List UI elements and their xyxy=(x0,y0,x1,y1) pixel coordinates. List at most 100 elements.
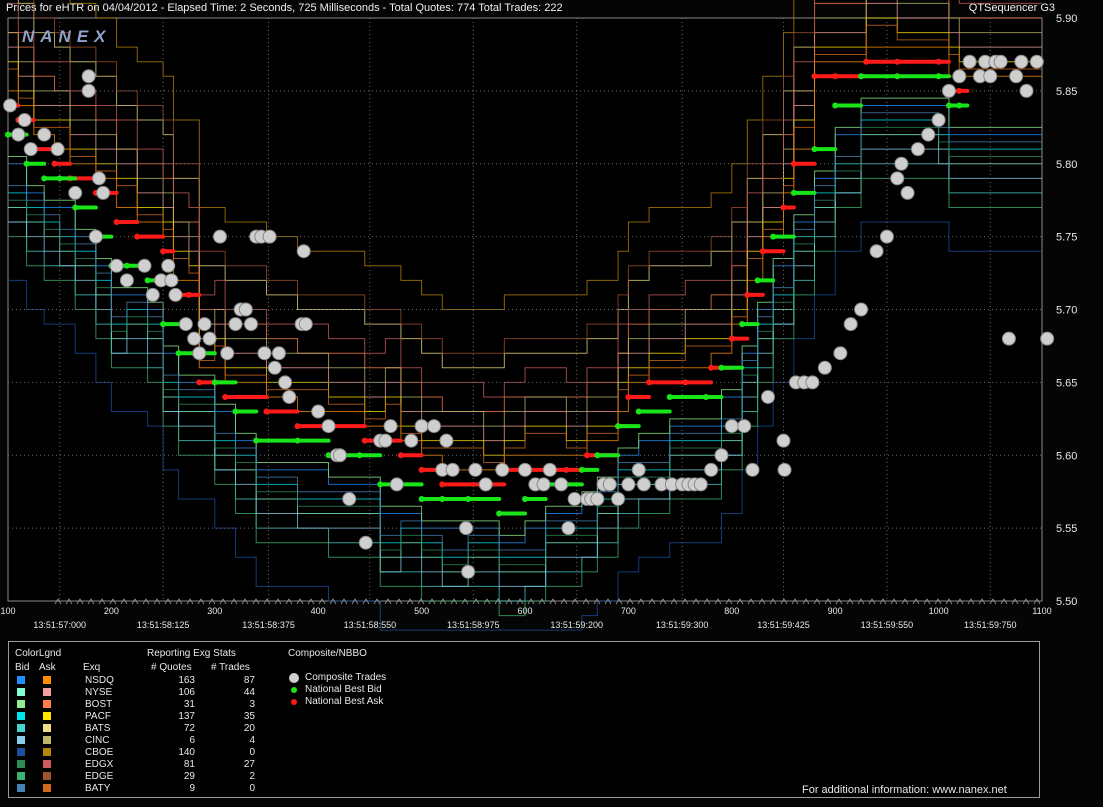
trade-point xyxy=(952,69,967,84)
trade-point xyxy=(389,477,404,492)
nbbo-bid-point xyxy=(666,393,673,400)
y-tick-label: 5.70 xyxy=(1056,305,1077,317)
trade-point xyxy=(777,462,792,477)
trade-point xyxy=(745,462,760,477)
x-tick-label: 1000 xyxy=(929,606,949,616)
nbbo-ask-point xyxy=(439,481,446,488)
exchange-name: BATS xyxy=(85,723,111,734)
nbbo-ask-point xyxy=(682,379,689,386)
trade-point xyxy=(611,491,626,506)
x-tick-label: 600 xyxy=(517,606,532,616)
trade-point xyxy=(554,477,569,492)
y-tick-label: 5.75 xyxy=(1056,232,1077,244)
nbbo-ask-point xyxy=(361,437,368,444)
trade-point xyxy=(220,346,235,361)
x-time-label: 13:51:59:300 xyxy=(656,620,709,630)
trade-point xyxy=(854,302,869,317)
trade-point xyxy=(921,127,936,142)
y-tick-label: 5.90 xyxy=(1056,13,1077,25)
nbbo-bid-point xyxy=(894,73,901,80)
exchange-header: Exq xyxy=(83,662,101,673)
trade-point xyxy=(358,535,373,550)
nbbo-bid-point xyxy=(739,321,746,328)
trade-point xyxy=(50,142,65,157)
trade-point xyxy=(414,419,429,434)
nbbo-ask-point xyxy=(708,364,715,371)
nbbo-ask-point xyxy=(160,248,167,255)
x-tick-label: 500 xyxy=(414,606,429,616)
nbbo-bid-point xyxy=(356,452,363,459)
composite-header: Composite/NBBO xyxy=(288,648,367,659)
bid-swatch-bats xyxy=(17,724,25,732)
nbbo-ask-point xyxy=(397,452,404,459)
exchange-trades: 44 xyxy=(243,687,255,698)
ask-swatch-edge xyxy=(43,772,51,780)
exchange-quotes: 140 xyxy=(178,747,195,758)
x-time-label: 13:51:59:200 xyxy=(550,620,603,630)
nbbo-ask-point xyxy=(625,393,632,400)
trade-point xyxy=(271,346,286,361)
trade-point xyxy=(518,462,532,477)
x-time-label: 13:51:58:550 xyxy=(344,620,397,630)
footer-info: For additional information: www.nanex.ne… xyxy=(802,784,1007,796)
nbbo-ask-point xyxy=(584,452,591,459)
x-tick-label: 1100 xyxy=(1032,606,1051,616)
trades-header: # Trades xyxy=(211,662,250,673)
trade-point xyxy=(693,477,708,492)
trade-point xyxy=(704,462,719,477)
y-tick-label: 5.50 xyxy=(1056,596,1077,608)
nbbo-ask-point xyxy=(113,219,120,226)
trade-point xyxy=(602,477,617,492)
nbbo-ask-point xyxy=(51,160,58,167)
trade-point xyxy=(1019,83,1034,98)
trade-point xyxy=(536,477,551,492)
x-tick-label: 100 xyxy=(0,606,15,616)
trade-point xyxy=(109,258,124,273)
nbbo-bid-point xyxy=(23,160,30,167)
bid-swatch-baty xyxy=(17,784,25,792)
exchange-trades: 0 xyxy=(249,747,255,758)
trade-point xyxy=(817,360,832,375)
trade-point xyxy=(1040,331,1055,346)
trade-point xyxy=(468,462,483,477)
nbbo-bid-point xyxy=(522,495,528,502)
trade-point xyxy=(278,375,293,390)
y-tick-label: 5.80 xyxy=(1056,159,1077,171)
x-tick-label: 300 xyxy=(207,606,222,616)
trade-point xyxy=(561,521,576,536)
exchange-name: CINC xyxy=(85,735,110,746)
trade-point xyxy=(636,477,651,492)
trade-point xyxy=(311,404,326,419)
exchange-quotes: 6 xyxy=(189,735,195,746)
exchange-trades: 87 xyxy=(243,675,255,686)
nbbo-bid-point xyxy=(615,423,622,430)
exchange-trades: 20 xyxy=(243,723,255,734)
bid-swatch-nyse xyxy=(17,688,25,696)
trade-point xyxy=(68,185,83,200)
exchange-trades: 2 xyxy=(249,771,255,782)
trade-point xyxy=(631,462,646,477)
trade-point xyxy=(983,69,998,84)
trade-point xyxy=(91,171,106,186)
bid-swatch-bost xyxy=(17,700,25,708)
trade-point xyxy=(542,462,557,477)
trade-point xyxy=(298,317,313,332)
trade-point xyxy=(724,419,739,434)
bid-swatch-pacf xyxy=(17,712,25,720)
trade-point xyxy=(459,521,474,536)
trade-point xyxy=(900,185,915,200)
ask-swatch-cboe xyxy=(43,748,51,756)
trade-point xyxy=(843,317,858,332)
trade-point xyxy=(11,127,26,142)
x-time-label: 13:51:59:425 xyxy=(757,620,810,630)
composite-label: National Best Ask xyxy=(305,696,384,707)
nbbo-bid-point xyxy=(144,277,151,284)
exchange-quotes: 72 xyxy=(183,723,195,734)
nbbo-ask-point xyxy=(646,379,653,386)
nbbo-ask-point xyxy=(294,423,301,430)
nbbo-ask-point xyxy=(196,379,203,386)
trade-point xyxy=(879,229,894,244)
nbbo-ask-point xyxy=(563,466,570,473)
trade-point xyxy=(81,69,96,84)
exchange-trades: 3 xyxy=(249,699,255,710)
